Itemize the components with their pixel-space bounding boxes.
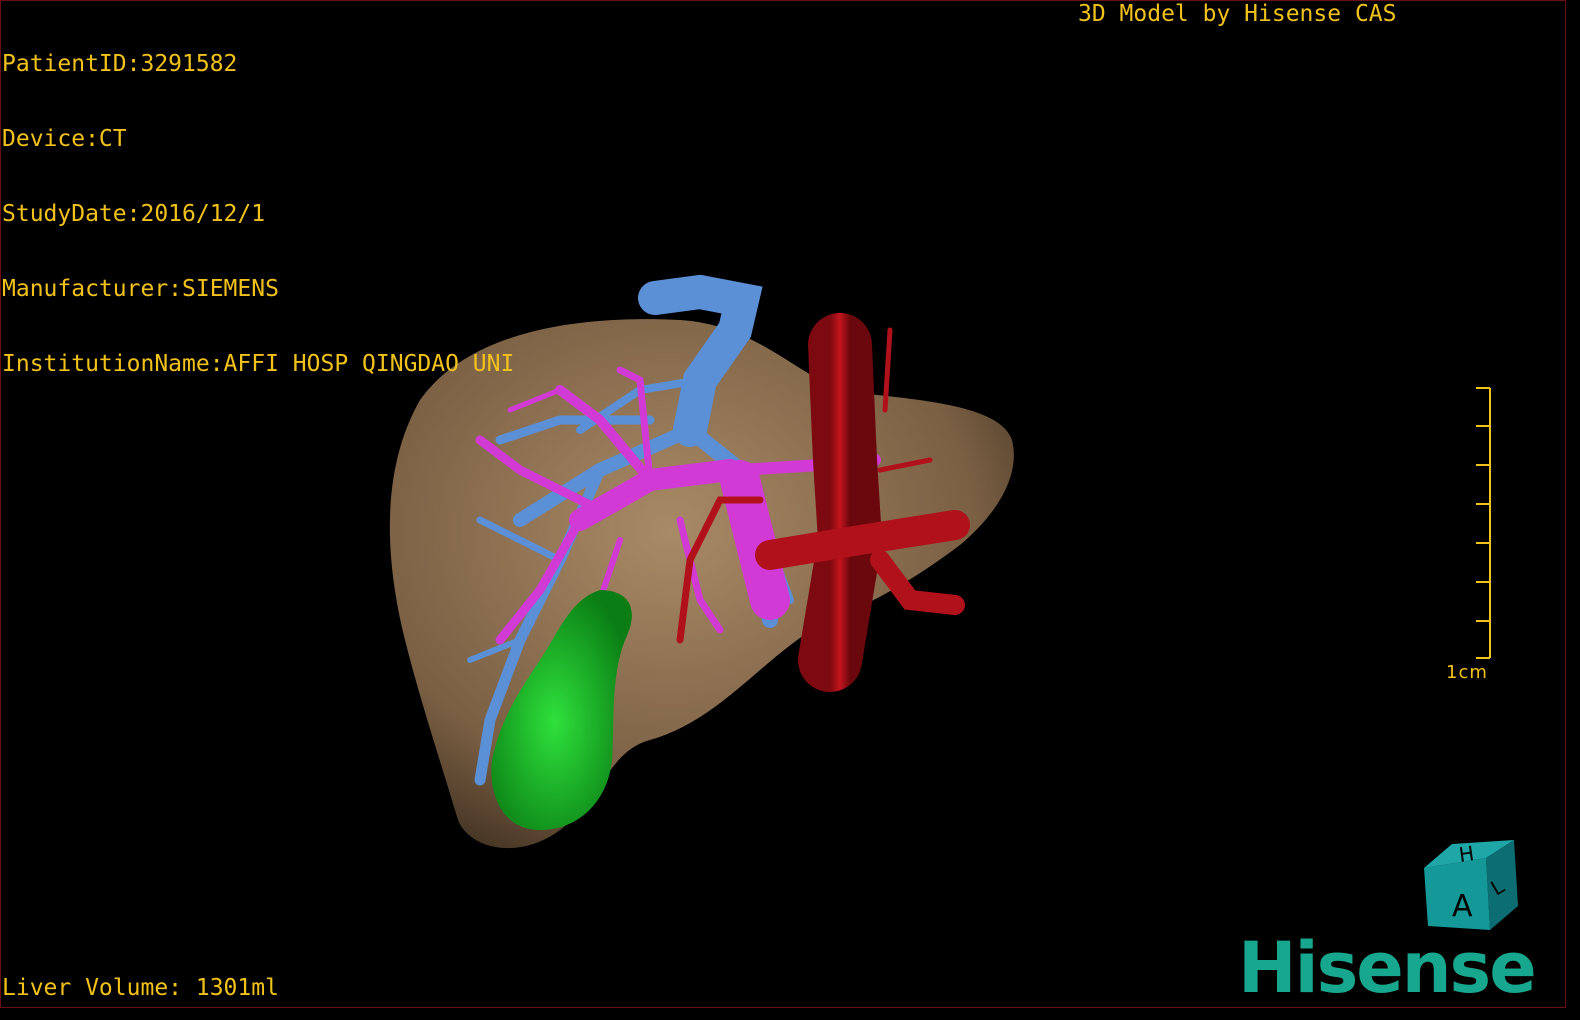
study-date: StudyDate:2016/12/1 bbox=[2, 201, 266, 227]
cube-face-front: A bbox=[1452, 889, 1473, 924]
scale-label: 1cm bbox=[1446, 662, 1488, 683]
device: Device:CT bbox=[2, 126, 127, 152]
institution-name: InstitutionName:AFFI HOSP QINGDAO UNI bbox=[2, 351, 515, 377]
patient-id: PatientID:3291582 bbox=[2, 51, 238, 77]
orientation-cube-icon[interactable]: A H L bbox=[1418, 834, 1522, 938]
manufacturer: Manufacturer:SIEMENS bbox=[2, 276, 279, 302]
model-credit: 3D Model by Hisense CAS bbox=[1078, 1, 1397, 27]
patient-info-panel: PatientID:3291582 Device:CT StudyDate:20… bbox=[2, 2, 514, 402]
liver-volume: Liver Volume: 1301ml bbox=[2, 975, 279, 1001]
hisense-logo: Hisense bbox=[1238, 927, 1537, 1009]
scale-bar bbox=[1476, 387, 1491, 659]
